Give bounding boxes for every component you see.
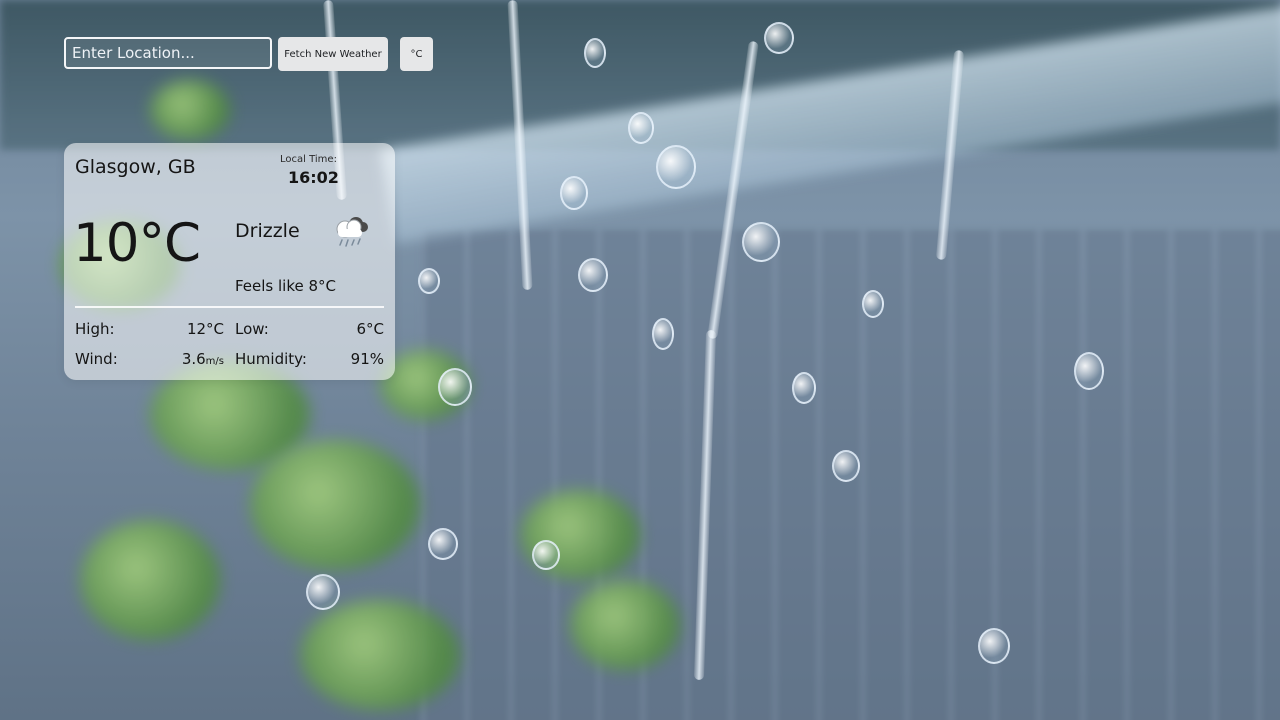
raindrop bbox=[652, 318, 674, 350]
high-label: High: bbox=[75, 320, 115, 338]
low-label: Low: bbox=[235, 320, 269, 338]
raindrop bbox=[1074, 352, 1104, 390]
raindrop bbox=[764, 22, 794, 54]
city-name: Glasgow, GB bbox=[75, 156, 196, 178]
raindrop bbox=[742, 222, 780, 262]
raindrop bbox=[428, 528, 458, 560]
current-temperature: 10°C bbox=[73, 213, 201, 274]
weather-condition: Drizzle bbox=[235, 220, 300, 242]
raindrop bbox=[438, 368, 472, 406]
divider bbox=[75, 306, 384, 308]
raindrop bbox=[306, 574, 340, 610]
wind-speed: 3.6 bbox=[181, 350, 206, 368]
raindrop bbox=[792, 372, 816, 404]
background-leaf bbox=[250, 440, 420, 570]
high-value: 12°C bbox=[186, 320, 224, 338]
raindrop bbox=[418, 268, 440, 294]
raindrop bbox=[532, 540, 560, 570]
background-leaf bbox=[150, 80, 230, 140]
wind-value: 3.6m/s bbox=[154, 350, 224, 368]
raindrop bbox=[560, 176, 588, 210]
humidity-value: 91% bbox=[350, 350, 384, 368]
raindrop bbox=[584, 38, 606, 68]
humidity-label: Humidity: bbox=[235, 350, 307, 368]
background-leaf bbox=[300, 600, 460, 710]
wind-unit: m/s bbox=[205, 356, 224, 367]
raindrop bbox=[628, 112, 654, 144]
unit-toggle-button[interactable]: °C bbox=[400, 37, 433, 71]
raindrop bbox=[656, 145, 696, 189]
location-input[interactable] bbox=[64, 37, 272, 69]
cloud-rain-icon bbox=[336, 217, 368, 247]
background-leaf bbox=[570, 580, 680, 670]
raindrop bbox=[862, 290, 884, 318]
feels-like: Feels like 8°C bbox=[235, 277, 337, 295]
fetch-weather-button[interactable]: Fetch New Weather bbox=[278, 37, 388, 71]
weather-app: Fetch New Weather °C Glasgow, GB Local T… bbox=[0, 0, 1280, 720]
local-time-label: Local Time: bbox=[280, 154, 337, 165]
local-time-value: 16:02 bbox=[288, 168, 339, 187]
raindrop bbox=[578, 258, 608, 292]
raindrop bbox=[832, 450, 860, 482]
low-value: 6°C bbox=[356, 320, 384, 338]
raindrop bbox=[978, 628, 1010, 664]
background-leaf bbox=[80, 520, 220, 640]
wind-label: Wind: bbox=[75, 350, 118, 368]
weather-card: Glasgow, GB Local Time: 16:02 10°C Drizz… bbox=[64, 143, 395, 380]
